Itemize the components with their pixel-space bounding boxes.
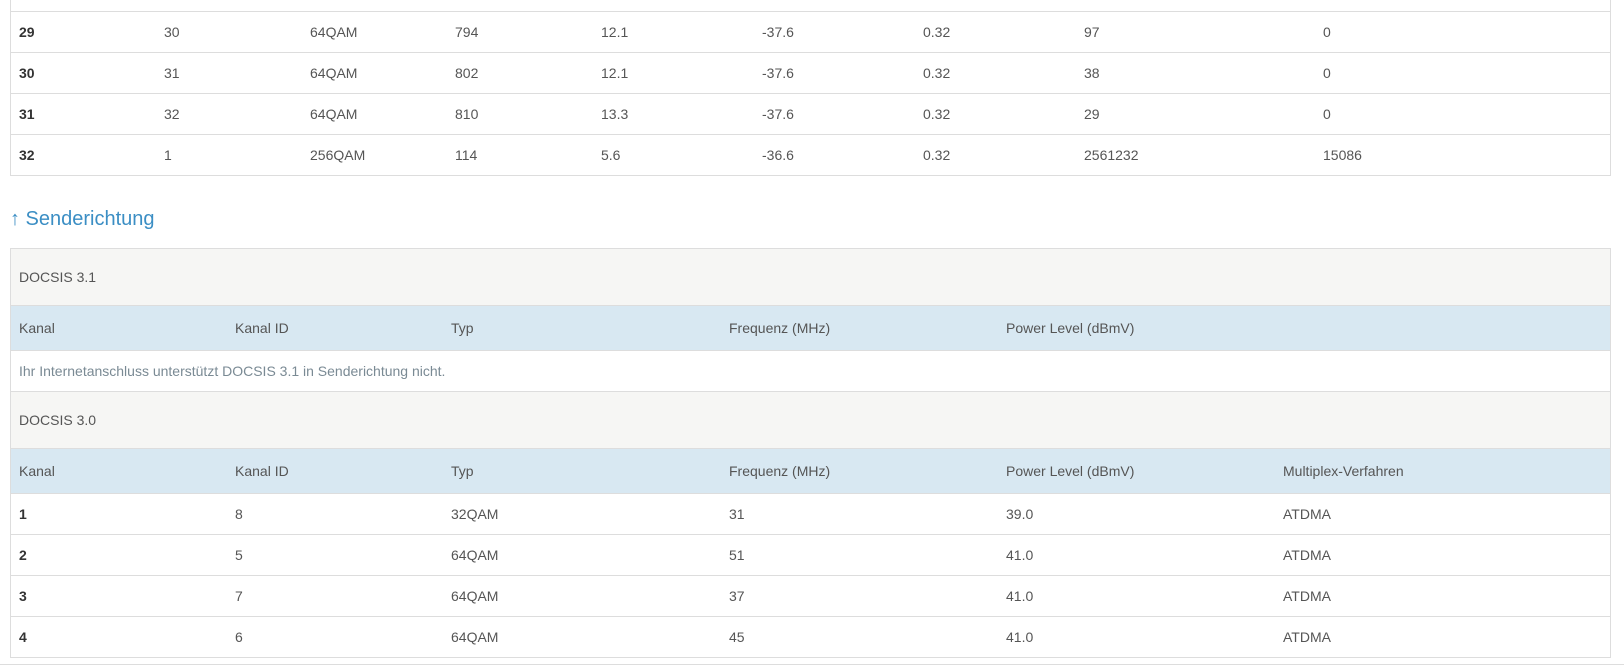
cell-power: -37.6 <box>762 24 794 40</box>
cell-frequenz: 51 <box>729 547 745 563</box>
cell-kanal-id: 6 <box>235 629 243 645</box>
table-row: 30 31 64QAM 802 12.1 -37.6 0.32 38 0 <box>11 53 1610 94</box>
column-header-frequenz: Frequenz (MHz) <box>729 463 831 479</box>
cell-frequenz: 802 <box>455 65 479 81</box>
cell-frequenz: 114 <box>455 147 478 163</box>
cell-typ: 64QAM <box>451 629 499 645</box>
column-header-kanal-id: Kanal ID <box>235 463 289 479</box>
cell-typ: 256QAM <box>310 147 366 163</box>
cell-kanal: 32 <box>19 147 35 163</box>
column-header-kanal: Kanal <box>19 463 55 479</box>
cell-multiplex: ATDMA <box>1283 506 1331 522</box>
cell-corr: 2561232 <box>1084 147 1139 163</box>
cell-kanal: 30 <box>19 65 35 81</box>
cell-kanal-id: 7 <box>235 588 243 604</box>
column-header-kanal-id: Kanal ID <box>235 320 289 336</box>
cell-power: -36.6 <box>762 147 794 163</box>
docsis30-header-row: Kanal Kanal ID Typ Frequenz (MHz) Power … <box>11 449 1610 494</box>
cell-corr: 29 <box>1084 106 1100 122</box>
cell-typ: 64QAM <box>451 588 499 604</box>
cell-mer: 12.1 <box>601 24 629 40</box>
cell-kanal-id: 8 <box>235 506 243 522</box>
docsis31-unsupported-message: Ihr Internetanschluss unterstützt DOCSIS… <box>11 351 1610 392</box>
divider <box>0 664 1624 665</box>
table-row <box>11 0 1610 12</box>
cell-multiplex: ATDMA <box>1283 629 1331 645</box>
message-text: Ihr Internetanschluss unterstützt DOCSIS… <box>19 363 446 379</box>
column-header-frequenz: Frequenz (MHz) <box>729 320 831 336</box>
docsis30-title: DOCSIS 3.0 <box>19 412 97 428</box>
docsis30-section: DOCSIS 3.0 <box>11 392 1610 449</box>
table-row: 31 32 64QAM 810 13.3 -37.6 0.32 29 0 <box>11 94 1610 135</box>
cell-kanal-id: 30 <box>164 24 180 40</box>
cell-kanal: 31 <box>19 106 35 122</box>
cell-uncorr: 0 <box>1323 24 1331 40</box>
cell-power: -37.6 <box>762 65 794 81</box>
column-header-power-level: Power Level (dBmV) <box>1006 463 1135 479</box>
column-header-power-level: Power Level (dBmV) <box>1006 320 1135 336</box>
cell-kanal-id: 5 <box>235 547 243 563</box>
cell-typ: 64QAM <box>451 547 499 563</box>
cell-power: 39.0 <box>1006 506 1034 522</box>
cell-power: 41.0 <box>1006 547 1034 563</box>
cell-mer: 13.3 <box>601 106 629 122</box>
cell-uncorr: 0 <box>1323 65 1331 81</box>
cell-typ: 64QAM <box>310 24 358 40</box>
cell-kanal: 2 <box>19 547 27 563</box>
upstream-heading: ↑ Senderichtung <box>10 208 155 230</box>
cell-latenz: 0.32 <box>923 65 951 81</box>
cell-kanal-id: 1 <box>164 147 172 163</box>
cell-uncorr: 15086 <box>1323 147 1362 163</box>
cell-kanal: 1 <box>19 506 27 522</box>
cell-mer: 5.6 <box>601 147 621 163</box>
cell-power: -37.6 <box>762 106 794 122</box>
cell-latenz: 0.32 <box>923 106 951 122</box>
cell-power: 41.0 <box>1006 588 1034 604</box>
table-row: 4 6 64QAM 45 41.0 ATDMA <box>11 617 1610 657</box>
cell-power: 41.0 <box>1006 629 1034 645</box>
downstream-table: 29 30 64QAM 794 12.1 -37.6 0.32 97 0 30 31 64QAM 802… <box>10 0 1611 176</box>
cell-typ: 64QAM <box>310 106 358 122</box>
column-header-typ: Typ <box>451 320 474 336</box>
cell-frequenz: 810 <box>455 106 479 122</box>
cell-frequenz: 37 <box>729 588 745 604</box>
cell-frequenz: 45 <box>729 629 745 645</box>
cell-typ: 64QAM <box>310 65 358 81</box>
cell-multiplex: ATDMA <box>1283 547 1331 563</box>
table-row: 2 5 64QAM 51 41.0 ATDMA <box>11 535 1610 576</box>
docsis31-title: DOCSIS 3.1 <box>19 269 97 285</box>
table-row: 1 8 32QAM 31 39.0 ATDMA <box>11 494 1610 535</box>
cell-kanal: 3 <box>19 588 27 604</box>
cell-kanal: 29 <box>19 24 35 40</box>
cell-frequenz: 794 <box>455 24 479 40</box>
cell-multiplex: ATDMA <box>1283 588 1331 604</box>
upstream-table: DOCSIS 3.1 Kanal Kanal ID Typ Frequenz (… <box>10 248 1611 658</box>
table-row: 29 30 64QAM 794 12.1 -37.6 0.32 97 0 <box>11 12 1610 53</box>
cell-latenz: 0.32 <box>923 24 951 40</box>
docsis31-header-row: Kanal Kanal ID Typ Frequenz (MHz) Power … <box>11 306 1610 351</box>
cell-latenz: 0.32 <box>923 147 951 163</box>
column-header-typ: Typ <box>451 463 474 479</box>
table-row: 32 1 256QAM 114 5.6 -36.6 0.32 2561232 15086 <box>11 135 1610 175</box>
cell-kanal: 4 <box>19 629 27 645</box>
cell-uncorr: 0 <box>1323 106 1331 122</box>
cell-corr: 38 <box>1084 65 1100 81</box>
docsis31-section: DOCSIS 3.1 <box>11 249 1610 306</box>
cell-typ: 32QAM <box>451 506 499 522</box>
cell-mer: 12.1 <box>601 65 629 81</box>
cell-kanal-id: 32 <box>164 106 180 122</box>
cell-corr: 97 <box>1084 24 1100 40</box>
cell-frequenz: 31 <box>729 506 745 522</box>
column-header-kanal: Kanal <box>19 320 55 336</box>
cell-kanal-id: 31 <box>164 65 180 81</box>
column-header-multiplex: Multiplex-Verfahren <box>1283 463 1404 479</box>
table-row: 3 7 64QAM 37 41.0 ATDMA <box>11 576 1610 617</box>
